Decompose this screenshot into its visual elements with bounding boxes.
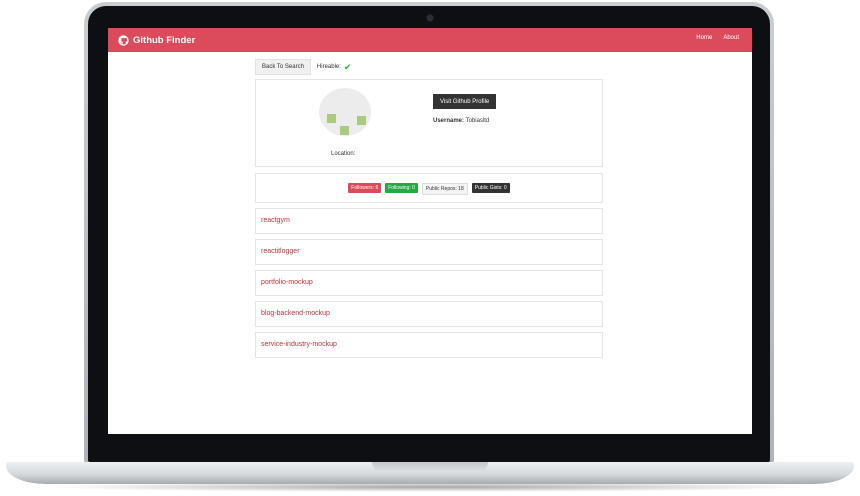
repo-link[interactable]: reactgym (261, 217, 290, 224)
app-screen: Github Finder Home About Back To Search … (108, 28, 752, 434)
nav-about-link[interactable]: About (723, 35, 739, 41)
location-label: Location: (331, 151, 356, 157)
followers-badge: Followers: 6 (348, 183, 382, 193)
avatar-pixel (340, 126, 349, 135)
repo-link[interactable]: service-industry-mockup (261, 341, 337, 348)
hireable-label: Hireable: (316, 64, 341, 70)
repo-item: portfolio-mockup (255, 270, 603, 296)
camera-icon (427, 15, 433, 21)
nav-links: Home About (696, 35, 739, 41)
toolbar: Back To Search Hireable: ✔ (255, 59, 351, 75)
stats-badges: Followers: 6 Following: 0 Public Repos: … (256, 183, 602, 195)
navbar: Github Finder Home About (108, 28, 752, 52)
public-gists-badge: Public Gists: 0 (471, 183, 510, 193)
brand[interactable]: Github Finder (118, 33, 195, 47)
username-value: Tobiasltd (465, 118, 490, 124)
avatar (319, 88, 371, 136)
nav-home-link[interactable]: Home (696, 35, 712, 41)
avatar-pixel (357, 116, 366, 125)
github-icon (118, 34, 129, 46)
avatar-pixel (327, 114, 336, 123)
repo-item: blog-backend-mockup (255, 301, 603, 327)
repo-item: reactgym (255, 208, 603, 234)
repo-link[interactable]: blog-backend-mockup (261, 310, 330, 317)
repo-link[interactable]: portfolio-mockup (261, 279, 313, 286)
repo-link[interactable]: reactitlogger (261, 248, 300, 255)
back-to-search-button[interactable]: Back To Search (255, 59, 311, 75)
laptop-notch (372, 462, 488, 472)
public-repos-badge: Public Repos: 18 (421, 183, 468, 195)
check-icon: ✔ (343, 61, 352, 72)
visit-github-profile-button[interactable]: Visit Github Profile (433, 94, 497, 109)
repo-item: reactitlogger (255, 239, 603, 265)
profile-card: Location: Visit Github Profile Username:… (255, 79, 603, 167)
repo-item: service-industry-mockup (255, 332, 603, 358)
hireable-status: Hireable: ✔ (316, 61, 352, 72)
brand-title: Github Finder (133, 34, 196, 46)
username: Username: Tobiasltd (433, 118, 489, 124)
stats-card: Followers: 6 Following: 0 Public Repos: … (255, 173, 603, 203)
username-label: Username: (433, 118, 465, 124)
following-badge: Following: 0 (385, 183, 418, 193)
